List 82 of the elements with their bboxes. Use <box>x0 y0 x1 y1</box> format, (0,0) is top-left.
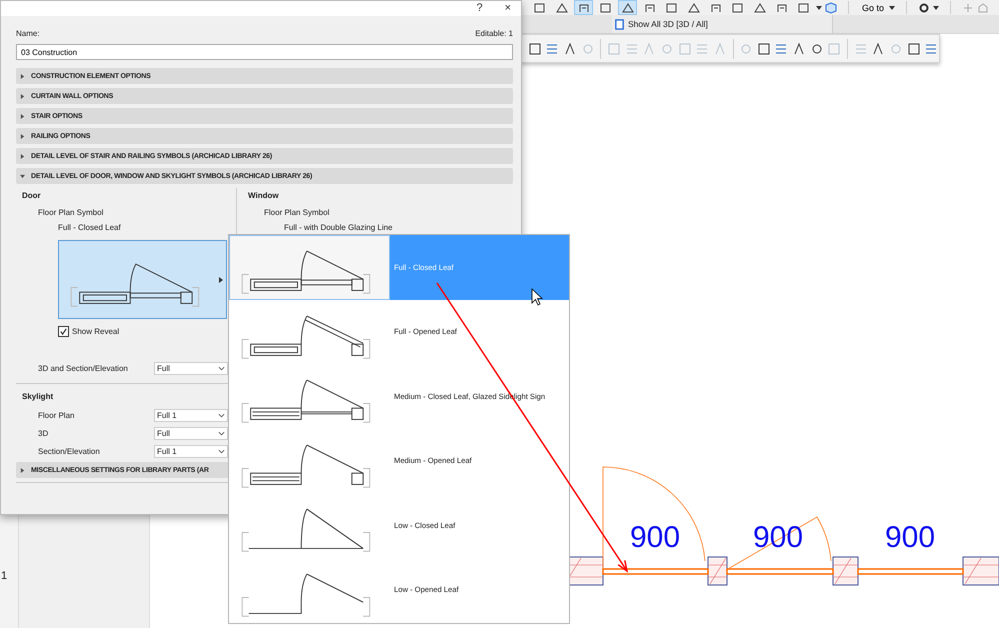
disclosure-icon <box>20 468 25 472</box>
caret-icon[interactable] <box>816 6 822 10</box>
symbol-value: Full - with Double Glazing Line <box>283 223 394 234</box>
tool-icon <box>534 2 546 14</box>
tool-icon <box>528 42 542 56</box>
skylight-heading: Skylight <box>22 391 54 403</box>
tool-icon <box>906 42 921 56</box>
disclosure-icon <box>20 74 25 78</box>
checkbox-label: Show Reveal <box>72 326 120 336</box>
chevron-down-icon <box>218 448 225 454</box>
chevron-down-icon <box>218 412 225 418</box>
symbol-label: Floor Plan Symbol <box>37 208 104 219</box>
disclosure-icon <box>20 94 25 98</box>
chevron-down-icon <box>218 430 225 436</box>
tool-icon <box>756 42 771 56</box>
expand-arrow-icon[interactable] <box>219 277 223 283</box>
tool-button[interactable] <box>574 0 593 15</box>
tool-icon <box>695 42 710 56</box>
dimension-label: 900 <box>885 521 936 554</box>
close-button[interactable]: × <box>500 1 515 16</box>
tool-icon <box>607 42 622 56</box>
tool-icon <box>660 42 674 56</box>
detail-select[interactable]: Full 1 <box>154 408 228 422</box>
field-label: 3D and Section/Elevation <box>38 364 128 372</box>
tool-icon <box>622 2 634 14</box>
tool-icon <box>739 42 754 56</box>
tool-button[interactable] <box>618 0 637 15</box>
tool-icon <box>580 42 595 56</box>
tool-icon <box>556 2 568 14</box>
tool-icon <box>666 2 678 14</box>
tool-icon <box>798 2 810 14</box>
dimension-label: 900 <box>630 521 680 554</box>
editable-count: Editable: 1 <box>475 29 513 38</box>
tool-icon <box>827 42 842 56</box>
go-to-button[interactable]: Go to <box>860 2 886 12</box>
name-field[interactable]: 03 Construction <box>16 44 513 60</box>
window-heading: Window <box>248 190 279 202</box>
tool-icon <box>600 2 612 14</box>
chevron-down-icon <box>218 366 225 370</box>
detail-select[interactable]: Full <box>154 426 228 440</box>
tool-icon <box>854 42 868 56</box>
tool-icon <box>562 42 577 56</box>
disclosure-icon <box>20 174 25 178</box>
tool-icon <box>732 2 744 14</box>
disclosure-icon <box>20 134 25 138</box>
tool-icon <box>545 42 560 56</box>
tool-icon <box>774 42 788 56</box>
view-icon <box>614 18 625 30</box>
tool-icon <box>712 42 727 56</box>
field-label: 3D <box>38 428 48 438</box>
tool-icon <box>644 2 656 14</box>
name-label: Name: <box>16 29 40 38</box>
field-label: Floor Plan <box>38 410 74 420</box>
field-label: Section/Elevation <box>38 446 100 456</box>
tool-icon <box>792 42 806 56</box>
detail-select[interactable]: Full 1 <box>154 444 228 458</box>
tool-icon <box>624 42 639 56</box>
door-heading: Door <box>22 190 41 202</box>
tool-icon <box>710 2 722 14</box>
tool-icon <box>810 42 824 56</box>
show-reveal-checkbox[interactable] <box>58 326 69 336</box>
symbol-preview[interactable] <box>58 240 227 319</box>
help-button[interactable]: ? <box>472 1 487 16</box>
tool-icon <box>688 2 700 14</box>
number-fragment: 1 <box>1 570 8 582</box>
tool-icon <box>642 42 656 56</box>
mouse-cursor-icon <box>532 288 543 306</box>
tool-icon <box>871 42 886 56</box>
caret-icon[interactable] <box>933 6 940 10</box>
tool-icon <box>754 2 766 14</box>
disclosure-icon <box>20 154 25 158</box>
disclosure-icon <box>20 114 25 118</box>
detail-select[interactable]: Full <box>154 362 228 374</box>
view-tab[interactable]: Show All 3D [3D / All] <box>612 15 833 33</box>
tool-icon <box>924 42 938 56</box>
tool-icon <box>888 42 903 56</box>
symbol-value: Full - Closed Leaf <box>57 223 122 234</box>
tool-icon <box>678 42 692 56</box>
caret-icon[interactable] <box>889 6 896 10</box>
symbol-label: Floor Plan Symbol <box>263 208 330 219</box>
tool-icon <box>578 2 590 14</box>
tool-icon <box>776 2 788 14</box>
